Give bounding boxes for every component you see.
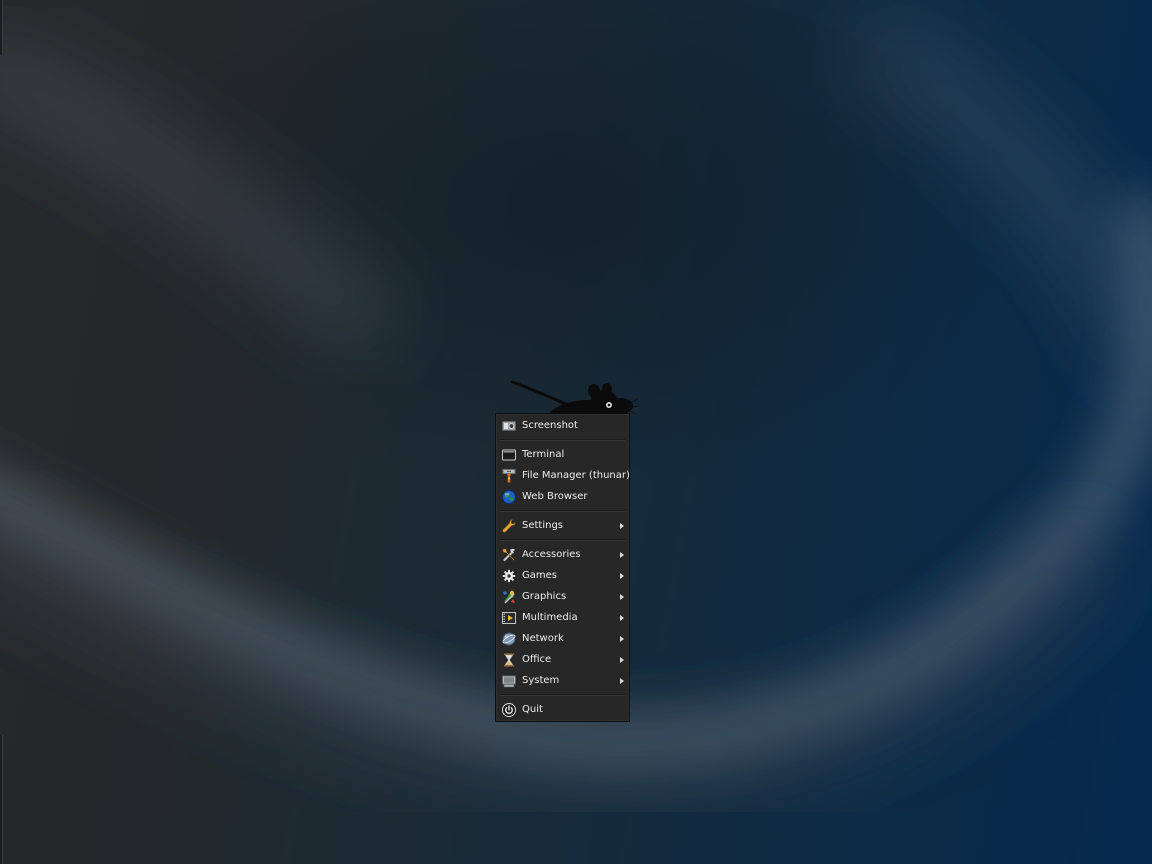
menu-item-accessories[interactable]: Accessories: [497, 545, 628, 565]
menu-item-label: Settings: [522, 520, 564, 531]
submenu-arrow-icon: [620, 523, 624, 529]
submenu-arrow-icon: [620, 552, 624, 558]
menu-item-graphics[interactable]: Graphics: [497, 587, 628, 607]
menu-item-label: Quit: [522, 704, 543, 715]
menu-item-label: Games: [522, 570, 557, 581]
terminal-icon: [502, 449, 516, 461]
submenu-arrow-icon: [620, 636, 624, 642]
submenu-arrow-icon: [620, 594, 624, 600]
menu-separator: [500, 510, 625, 512]
menu-item-label: Accessories: [522, 549, 581, 560]
menu-separator: [500, 694, 625, 696]
film-icon: [502, 612, 516, 624]
submenu-arrow-icon: [620, 678, 624, 684]
submenu-arrow-icon: [620, 615, 624, 621]
menu-item-label: Network: [522, 633, 564, 644]
wrench-icon: [502, 519, 516, 533]
menu-item-terminal[interactable]: Terminal: [497, 445, 628, 465]
panel-edge-bottom-left: [0, 735, 3, 864]
desktop-menu: Screenshot Terminal File Manager (thunar…: [495, 413, 630, 722]
menu-item-label: Multimedia: [522, 612, 578, 623]
menu-item-label: Web Browser: [522, 491, 588, 502]
camera-icon: [502, 421, 516, 431]
menu-item-label: File Manager (thunar): [522, 470, 630, 481]
desktop[interactable]: Screenshot Terminal File Manager (thunar…: [0, 0, 1152, 864]
menu-item-label: Terminal: [522, 449, 565, 460]
paint-icon: [503, 590, 515, 604]
menu-item-web-browser[interactable]: Web Browser: [497, 487, 628, 507]
menu-item-settings[interactable]: Settings: [497, 516, 628, 536]
computer-icon: [502, 675, 516, 688]
submenu-arrow-icon: [620, 573, 624, 579]
globe-icon: [502, 490, 516, 504]
menu-separator: [500, 439, 625, 441]
menu-item-file-manager[interactable]: File Manager (thunar): [497, 466, 630, 486]
panel-edge-top-left: [0, 0, 3, 55]
file-cabinet-icon: [502, 469, 516, 483]
menu-item-label: Screenshot: [522, 420, 578, 431]
menu-item-quit[interactable]: Quit: [497, 700, 628, 720]
menu-item-system[interactable]: System: [497, 671, 628, 691]
menu-item-network[interactable]: Network: [497, 629, 628, 649]
menu-item-label: System: [522, 675, 560, 686]
hourglass-icon: [504, 653, 514, 667]
menu-item-label: Graphics: [522, 591, 567, 602]
tools-icon: [502, 548, 515, 562]
menu-item-office[interactable]: Office: [497, 650, 628, 670]
submenu-arrow-icon: [620, 657, 624, 663]
network-globe-icon: [502, 632, 516, 646]
gear-icon: [502, 569, 516, 583]
menu-item-screenshot[interactable]: Screenshot: [497, 416, 628, 436]
power-icon: [502, 703, 516, 717]
menu-item-label: Office: [522, 654, 552, 665]
menu-separator: [500, 539, 625, 541]
menu-item-multimedia[interactable]: Multimedia: [497, 608, 628, 628]
menu-item-games[interactable]: Games: [497, 566, 628, 586]
